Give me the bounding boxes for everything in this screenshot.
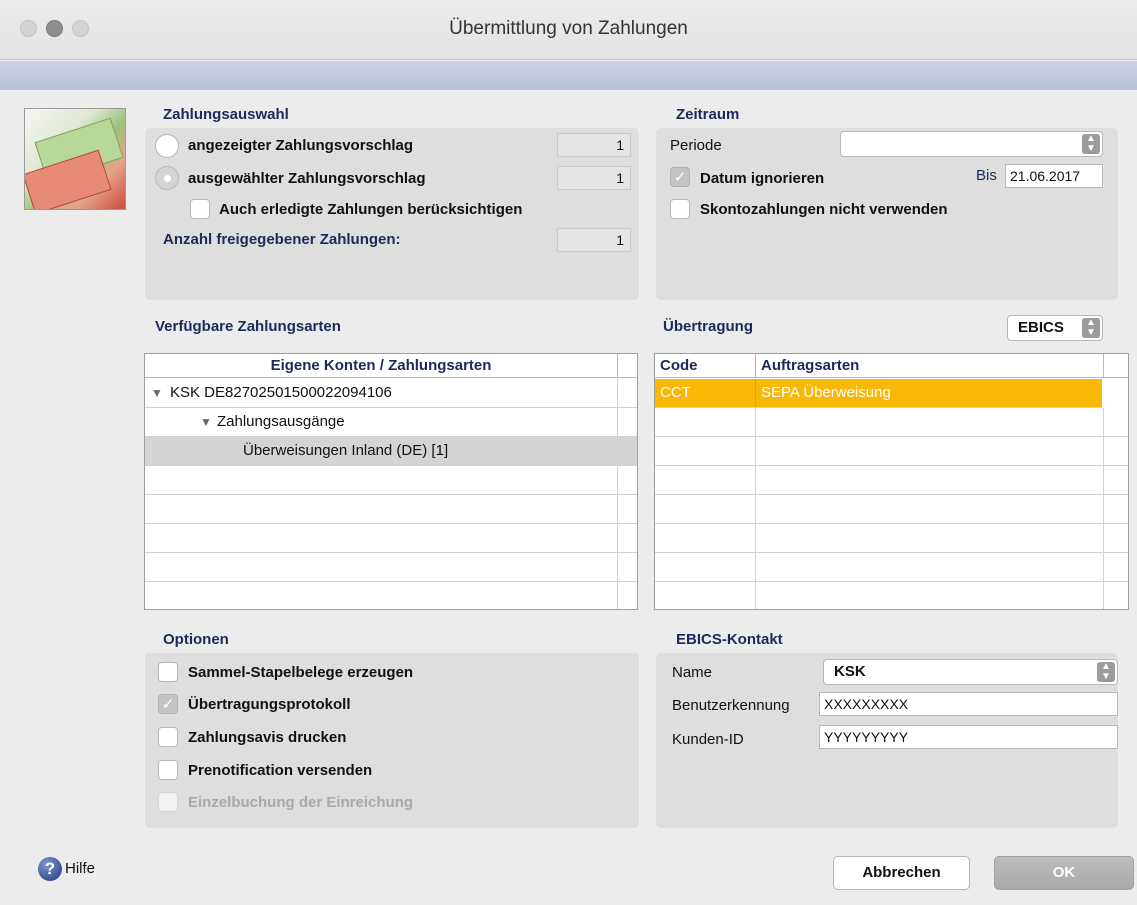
disclosure-triangle-icon[interactable]: ▼ <box>151 379 163 407</box>
radio-angezeigter-zahlungsvorschlag[interactable] <box>155 134 179 158</box>
row-text: KSK DE82702501500022094106 <box>170 384 392 401</box>
table-row-selected[interactable]: Überweisungen Inland (DE) [1] <box>145 437 637 466</box>
sammel-stapelbelege-label: Sammel-Stapelbelege erzeugen <box>188 664 414 681</box>
uebertragung-select[interactable]: EBICS ▲ ▼ <box>1007 315 1103 341</box>
skontozahlungen-label: Skontozahlungen nicht verwenden <box>700 201 948 218</box>
disclosure-triangle-icon[interactable]: ▼ <box>200 408 212 436</box>
table-row[interactable] <box>655 524 1128 553</box>
table-row[interactable] <box>655 495 1128 524</box>
table-row-selected[interactable]: CCT SEPA Überweisung <box>655 379 1102 408</box>
uebertragung-select-value: EBICS <box>1018 319 1064 336</box>
prenotification-label: Prenotification versenden <box>188 762 373 779</box>
table-row[interactable] <box>655 553 1128 582</box>
kunden-id-label: Kunden-ID <box>672 731 744 748</box>
table-row[interactable] <box>655 466 1128 495</box>
help-link[interactable]: Hilfe <box>65 860 95 877</box>
table-row[interactable] <box>145 466 637 495</box>
bis-label: Bis <box>976 167 997 184</box>
uebertragung-table-header: Code Auftragsarten <box>655 354 1128 378</box>
checkbox-datum-ignorieren[interactable]: ✓ <box>670 167 690 187</box>
name-select-value: KSK <box>834 663 866 680</box>
ausgewaehlter-count-field: 1 <box>557 166 631 190</box>
updown-chevron-icon: ▲ ▼ <box>1082 318 1100 338</box>
checkbox-sammel-stapelbelege[interactable] <box>158 662 178 682</box>
table-row[interactable] <box>145 582 637 609</box>
checkmark-icon: ✓ <box>673 169 687 186</box>
bis-date-input[interactable]: 21.06.2017 <box>1005 164 1103 188</box>
zahlungsarten-table: Eigene Konten / Zahlungsarten ▼ KSK DE82… <box>144 353 638 610</box>
optionen-title: Optionen <box>163 631 229 648</box>
periode-select[interactable]: ▲ ▼ <box>840 131 1103 157</box>
row-code: CCT <box>660 384 691 401</box>
ebics-kontakt-title: EBICS-Kontakt <box>676 631 783 648</box>
datum-ignorieren-label: Datum ignorieren <box>700 170 825 187</box>
checkbox-prenotification[interactable] <box>158 760 178 780</box>
angezeigter-count-field: 1 <box>557 133 631 157</box>
uebertragungsprotokoll-label: Übertragungsprotokoll <box>188 696 351 713</box>
kunden-id-input[interactable]: YYYYYYYYY <box>819 725 1118 749</box>
header-auftragsarten[interactable]: Auftragsarten <box>761 354 859 378</box>
table-row[interactable] <box>655 408 1128 437</box>
radio-ausgewaehlter-label: ausgewählter Zahlungsvorschlag <box>188 170 426 187</box>
checkbox-skontozahlungen[interactable] <box>670 199 690 219</box>
zahlungsarten-table-header: Eigene Konten / Zahlungsarten <box>145 354 637 378</box>
cancel-button[interactable]: Abbrechen <box>833 856 970 890</box>
zeitraum-title: Zeitraum <box>676 106 740 123</box>
uebertragung-table: Code Auftragsarten CCT SEPA Überweisung <box>654 353 1129 610</box>
checkbox-zahlungsavis-drucken[interactable] <box>158 727 178 747</box>
zahlungsarten-title: Verfügbare Zahlungsarten <box>155 318 341 335</box>
table-row[interactable] <box>145 495 637 524</box>
benutzerkennung-label: Benutzerkennung <box>672 697 790 714</box>
toolbar-strip <box>0 61 1137 90</box>
row-auftragsart: SEPA Überweisung <box>761 384 891 401</box>
table-row[interactable] <box>145 524 637 553</box>
euro-banknotes-logo-icon <box>24 108 126 210</box>
zahlungsauswahl-title: Zahlungsauswahl <box>163 106 289 123</box>
table-row[interactable]: ▼ KSK DE82702501500022094106 <box>145 379 637 408</box>
anzahl-freigegeben-label: Anzahl freigegebener Zahlungen: <box>163 231 401 248</box>
radio-angezeigter-label: angezeigter Zahlungsvorschlag <box>188 137 414 154</box>
checkbox-uebertragungsprotokoll[interactable]: ✓ <box>158 694 178 714</box>
help-icon[interactable]: ? <box>38 857 62 881</box>
table-row[interactable] <box>655 582 1128 609</box>
benutzerkennung-input[interactable]: XXXXXXXXX <box>819 692 1118 716</box>
table-row[interactable] <box>145 553 637 582</box>
checkbox-auch-erledigte[interactable] <box>190 199 210 219</box>
checkmark-icon: ✓ <box>161 696 175 713</box>
radio-ausgewaehlter-zahlungsvorschlag[interactable] <box>155 166 179 190</box>
periode-label: Periode <box>670 137 722 154</box>
header-eigene-konten[interactable]: Eigene Konten / Zahlungsarten <box>145 354 617 378</box>
name-label: Name <box>672 664 713 681</box>
uebertragung-title: Übertragung <box>663 318 753 335</box>
row-text: Zahlungsausgänge <box>217 413 345 430</box>
checkbox-einzelbuchung <box>158 792 178 812</box>
updown-chevron-icon: ▲ ▼ <box>1082 134 1100 154</box>
title-bar: Übermittlung von Zahlungen <box>0 0 1137 60</box>
table-row[interactable]: ▼ Zahlungsausgänge <box>145 408 637 437</box>
name-select[interactable]: KSK ▲ ▼ <box>823 659 1118 685</box>
anzahl-freigegeben-field: 1 <box>557 228 631 252</box>
table-row[interactable] <box>655 437 1128 466</box>
ok-button[interactable]: OK <box>994 856 1134 890</box>
header-code[interactable]: Code <box>660 354 698 378</box>
einzelbuchung-label: Einzelbuchung der Einreichung <box>188 794 414 811</box>
updown-chevron-icon: ▲ ▼ <box>1097 662 1115 682</box>
row-text: Überweisungen Inland (DE) [1] <box>243 442 449 459</box>
zahlungsavis-drucken-label: Zahlungsavis drucken <box>188 729 347 746</box>
window-title: Übermittlung von Zahlungen <box>449 18 688 39</box>
checkbox-auch-erledigte-label: Auch erledigte Zahlungen berücksichtigen <box>219 201 523 218</box>
